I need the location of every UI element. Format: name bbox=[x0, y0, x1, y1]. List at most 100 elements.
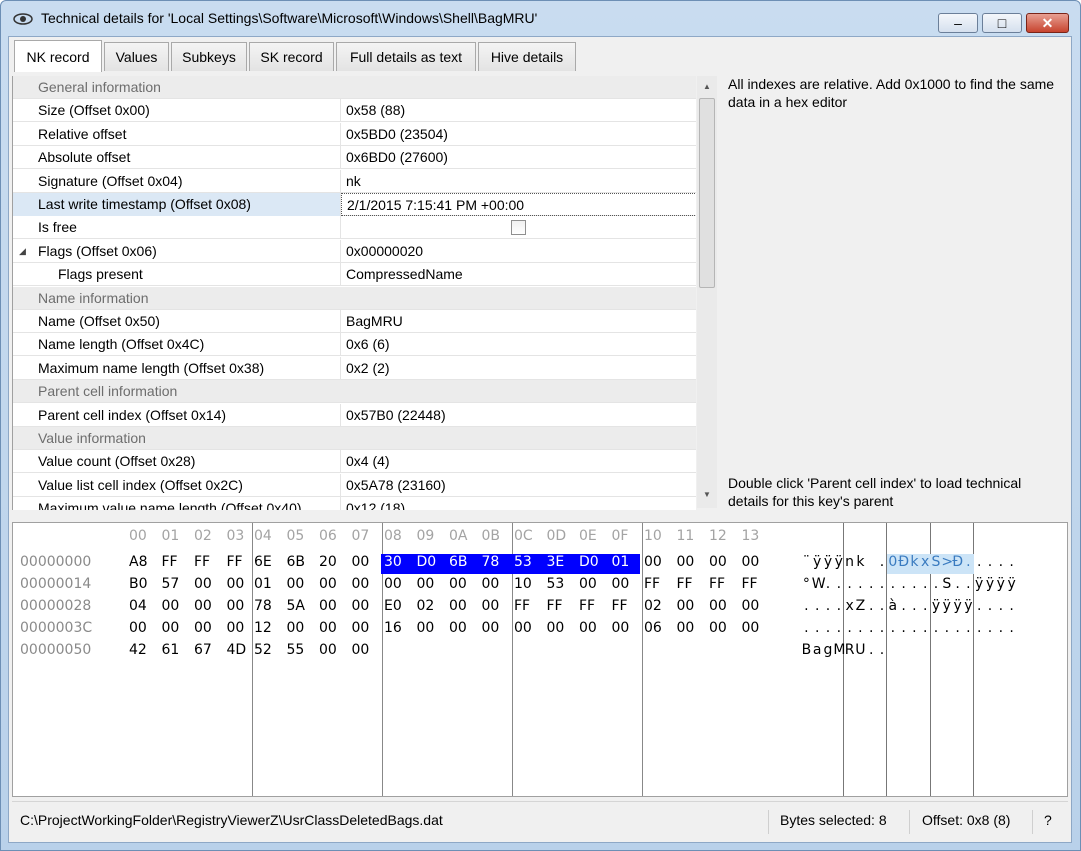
scroll-up-icon[interactable]: ▲ bbox=[703, 82, 711, 91]
ascii-char[interactable]: . bbox=[909, 598, 920, 614]
tab-values[interactable]: Values bbox=[104, 42, 169, 71]
ascii-char[interactable]: M bbox=[833, 642, 845, 658]
hex-byte[interactable]: 00 bbox=[194, 576, 212, 592]
hex-byte[interactable]: 10 bbox=[514, 576, 532, 592]
hex-byte[interactable]: 00 bbox=[287, 620, 305, 636]
hex-byte[interactable]: 12 bbox=[254, 620, 272, 636]
property-value[interactable]: 0x12 (18) bbox=[341, 497, 696, 510]
hex-byte[interactable]: 00 bbox=[677, 620, 695, 636]
hex-byte[interactable]: 00 bbox=[319, 576, 337, 592]
ascii-char[interactable]: . bbox=[898, 620, 909, 636]
ascii-char[interactable]: ÿ bbox=[963, 598, 974, 614]
property-row[interactable]: Signature (Offset 0x04) nk bbox=[13, 169, 696, 193]
ascii-char[interactable]: . bbox=[823, 598, 834, 614]
hex-byte[interactable]: 00 bbox=[547, 620, 565, 636]
minimize-button[interactable]: – bbox=[938, 13, 978, 33]
hex-byte[interactable]: B0 bbox=[129, 576, 148, 592]
property-value[interactable]: 0x58 (88) bbox=[341, 99, 696, 122]
hex-byte[interactable]: 00 bbox=[417, 620, 435, 636]
ascii-char[interactable]: . bbox=[833, 576, 844, 592]
ascii-char[interactable]: . bbox=[887, 576, 898, 592]
ascii-char[interactable]: . bbox=[823, 620, 834, 636]
ascii-char[interactable]: . bbox=[844, 620, 855, 636]
ascii-char[interactable]: . bbox=[974, 554, 985, 570]
ascii-char[interactable]: . bbox=[877, 598, 888, 614]
property-value[interactable]: 0x2 (2) bbox=[341, 357, 696, 380]
ascii-char[interactable]: k bbox=[909, 554, 920, 570]
ascii-char[interactable]: ÿ bbox=[974, 576, 985, 592]
ascii-char[interactable]: . bbox=[909, 620, 920, 636]
hex-byte[interactable]: 00 bbox=[352, 554, 370, 570]
hex-byte[interactable]: 00 bbox=[482, 598, 500, 614]
ascii-char[interactable]: Ð bbox=[952, 554, 963, 570]
hex-byte[interactable]: D0 bbox=[417, 554, 437, 570]
hex-byte[interactable]: 00 bbox=[227, 576, 245, 592]
hex-byte[interactable]: 00 bbox=[162, 620, 180, 636]
ascii-char[interactable]: . bbox=[963, 554, 974, 570]
ascii-char[interactable]: ÿ bbox=[995, 576, 1006, 592]
property-row[interactable]: Relative offset 0x5BD0 (23504) bbox=[13, 122, 696, 146]
ascii-char[interactable]: . bbox=[920, 598, 931, 614]
ascii-char[interactable]: ¨ bbox=[801, 554, 812, 570]
hex-byte[interactable]: 78 bbox=[254, 598, 272, 614]
hex-byte[interactable]: 04 bbox=[129, 598, 147, 614]
hex-byte[interactable]: 00 bbox=[742, 620, 760, 636]
hex-byte[interactable]: 00 bbox=[352, 598, 370, 614]
hex-byte[interactable]: 00 bbox=[709, 554, 727, 570]
hex-byte[interactable]: 00 bbox=[449, 576, 467, 592]
hex-byte[interactable]: 00 bbox=[194, 598, 212, 614]
ascii-char[interactable]: . bbox=[844, 576, 855, 592]
hex-byte[interactable]: 6B bbox=[287, 554, 306, 570]
hex-byte[interactable]: FF bbox=[709, 576, 725, 592]
ascii-char[interactable]: . bbox=[1006, 598, 1017, 614]
property-row[interactable]: Name length (Offset 0x4C) 0x6 (6) bbox=[13, 333, 696, 357]
hex-byte[interactable]: 78 bbox=[482, 554, 500, 570]
hex-byte[interactable]: 00 bbox=[194, 620, 212, 636]
hex-byte[interactable]: 00 bbox=[449, 598, 467, 614]
ascii-char[interactable]: . bbox=[995, 554, 1006, 570]
hex-byte[interactable]: 00 bbox=[449, 620, 467, 636]
ascii-char[interactable]: > bbox=[941, 554, 953, 570]
ascii-char[interactable] bbox=[866, 554, 877, 570]
hex-byte[interactable]: FF bbox=[742, 576, 758, 592]
ascii-char[interactable]: 0 bbox=[887, 554, 898, 570]
hex-byte[interactable]: 30 bbox=[384, 554, 402, 570]
ascii-char[interactable]: . bbox=[985, 620, 996, 636]
hex-byte[interactable]: 4D bbox=[227, 642, 247, 658]
hex-byte[interactable]: 00 bbox=[482, 576, 500, 592]
property-value[interactable]: 2/1/2015 7:15:41 PM +00:00 bbox=[341, 193, 696, 216]
ascii-char[interactable]: . bbox=[931, 576, 942, 592]
hex-byte[interactable]: 00 bbox=[417, 576, 435, 592]
ascii-char[interactable]: B bbox=[801, 642, 812, 658]
expand-triangle-icon[interactable]: ◢ bbox=[19, 240, 26, 263]
maximize-button[interactable]: □ bbox=[982, 13, 1022, 33]
property-row[interactable]: Size (Offset 0x00) 0x58 (88) bbox=[13, 99, 696, 123]
ascii-char[interactable]: . bbox=[866, 620, 877, 636]
property-row[interactable]: Value count (Offset 0x28) 0x4 (4) bbox=[13, 450, 696, 474]
ascii-char[interactable]: . bbox=[812, 620, 823, 636]
hex-byte[interactable]: 3E bbox=[547, 554, 565, 570]
property-row[interactable]: Maximum value name length (Offset 0x40) 0… bbox=[13, 497, 696, 510]
hex-byte[interactable]: 00 bbox=[162, 598, 180, 614]
ascii-char[interactable]: . bbox=[877, 642, 888, 658]
scrollbar-thumb[interactable] bbox=[699, 98, 715, 288]
ascii-char[interactable]: . bbox=[801, 598, 812, 614]
property-row[interactable]: Last write timestamp (Offset 0x08) 2/1/20… bbox=[13, 193, 696, 216]
hex-byte[interactable]: 00 bbox=[319, 620, 337, 636]
property-value[interactable]: 0x5A78 (23160) bbox=[341, 474, 696, 497]
ascii-char[interactable]: . bbox=[887, 620, 898, 636]
ascii-char[interactable]: . bbox=[985, 598, 996, 614]
tab-sk-record[interactable]: SK record bbox=[249, 42, 334, 71]
ascii-char[interactable]: . bbox=[866, 642, 877, 658]
hex-byte[interactable]: 00 bbox=[227, 620, 245, 636]
hex-byte[interactable]: 55 bbox=[287, 642, 305, 658]
hex-byte[interactable]: FF bbox=[677, 576, 693, 592]
hex-byte[interactable]: 00 bbox=[514, 620, 532, 636]
close-button[interactable]: ✕ bbox=[1026, 13, 1069, 33]
hex-byte[interactable]: 42 bbox=[129, 642, 147, 658]
ascii-char[interactable]: . bbox=[833, 620, 844, 636]
ascii-char[interactable]: ÿ bbox=[931, 598, 942, 614]
hex-byte[interactable]: FF bbox=[547, 598, 563, 614]
hex-byte[interactable]: FF bbox=[612, 598, 628, 614]
tab-subkeys[interactable]: Subkeys bbox=[171, 42, 247, 71]
